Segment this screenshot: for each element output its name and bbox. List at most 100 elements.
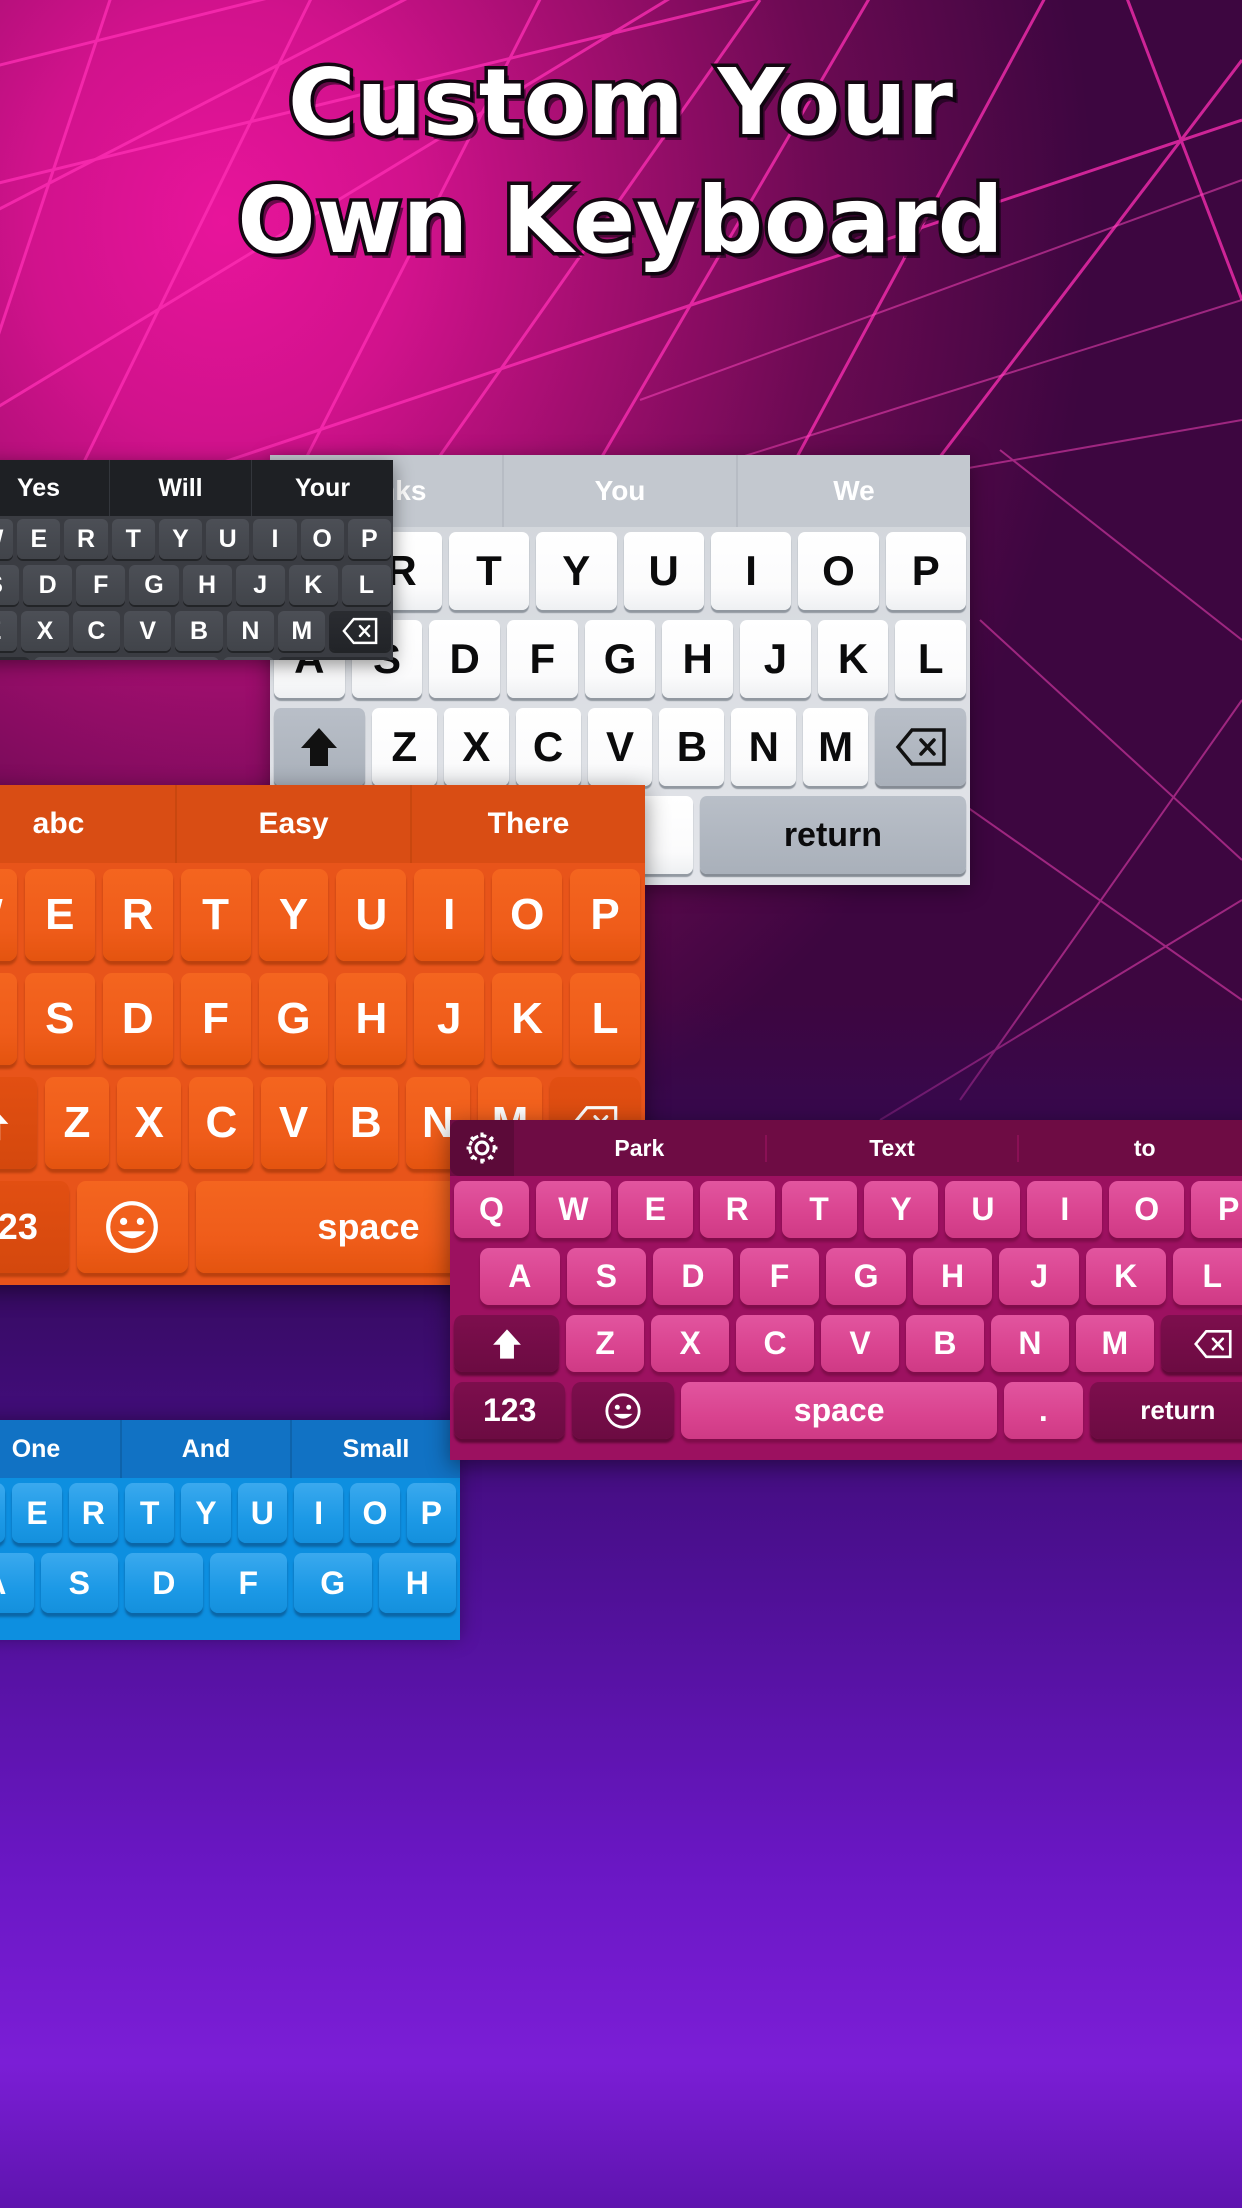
shift-arrow-icon[interactable] bbox=[454, 1315, 560, 1372]
backspace-icon[interactable] bbox=[875, 708, 966, 786]
key[interactable]: G bbox=[129, 565, 179, 605]
suggestion-item[interactable]: You bbox=[504, 455, 738, 527]
key[interactable]: O bbox=[350, 1483, 400, 1543]
suggestion-item[interactable]: Your bbox=[252, 460, 393, 516]
suggestion-item[interactable]: Small bbox=[292, 1420, 460, 1478]
key[interactable]: V bbox=[124, 611, 172, 651]
key[interactable]: E bbox=[24, 869, 95, 961]
return-key[interactable]: return bbox=[699, 796, 966, 874]
key[interactable]: Y bbox=[536, 532, 617, 610]
key[interactable]: Y bbox=[258, 869, 329, 961]
suggestion-item[interactable]: Text bbox=[767, 1134, 1020, 1162]
key[interactable]: G bbox=[584, 620, 656, 698]
gear-icon[interactable] bbox=[450, 1120, 514, 1176]
key[interactable]: X bbox=[21, 611, 69, 651]
key[interactable]: R bbox=[699, 1181, 775, 1238]
emoji-smiley-icon[interactable] bbox=[572, 1382, 675, 1439]
backspace-icon[interactable] bbox=[1160, 1315, 1242, 1372]
key[interactable]: P bbox=[1191, 1181, 1242, 1238]
pink-keyboard-preview[interactable]: Park Text to Q W E R T Y U I O P A S D F… bbox=[450, 1120, 1242, 1460]
key[interactable]: C bbox=[189, 1077, 254, 1169]
blue-keyboard-preview[interactable]: One And Small W E R T Y U I O P A S D F … bbox=[0, 1420, 460, 1640]
key[interactable]: O bbox=[492, 869, 563, 961]
key[interactable]: T bbox=[111, 519, 155, 559]
key[interactable]: F bbox=[507, 620, 578, 698]
key[interactable]: J bbox=[414, 973, 485, 1065]
shift-arrow-icon[interactable] bbox=[274, 708, 365, 786]
key[interactable]: B bbox=[175, 611, 223, 651]
key[interactable]: T bbox=[124, 1483, 175, 1543]
key[interactable]: K bbox=[492, 973, 563, 1065]
key[interactable]: L bbox=[341, 565, 391, 605]
key[interactable]: A bbox=[0, 973, 17, 1065]
key[interactable]: S bbox=[40, 1553, 118, 1613]
suggestion-item[interactable]: Park bbox=[514, 1134, 767, 1162]
key[interactable]: F bbox=[180, 973, 251, 1065]
key[interactable]: P bbox=[885, 532, 966, 610]
key[interactable]: B bbox=[905, 1315, 984, 1372]
key[interactable]: P bbox=[406, 1483, 456, 1543]
emoji-smiley-icon[interactable] bbox=[76, 1181, 189, 1273]
key[interactable]: G bbox=[826, 1248, 906, 1305]
key[interactable]: G bbox=[294, 1553, 372, 1613]
key[interactable]: D bbox=[102, 973, 173, 1065]
spacebar[interactable]: space bbox=[33, 657, 219, 660]
key[interactable]: U bbox=[336, 869, 407, 961]
key[interactable]: K bbox=[288, 565, 338, 605]
key[interactable]: X bbox=[651, 1315, 730, 1372]
key[interactable]: Z bbox=[566, 1315, 645, 1372]
key[interactable]: K bbox=[1085, 1248, 1166, 1305]
key[interactable]: R bbox=[64, 519, 108, 559]
numeric-key[interactable]: 123 bbox=[0, 1181, 69, 1273]
key[interactable]: E bbox=[17, 519, 61, 559]
key[interactable]: H bbox=[336, 973, 407, 1065]
key[interactable]: B bbox=[333, 1077, 398, 1169]
key[interactable]: T bbox=[180, 869, 251, 961]
key[interactable]: Z bbox=[0, 611, 18, 651]
key[interactable]: E bbox=[617, 1181, 693, 1238]
key[interactable]: H bbox=[378, 1553, 456, 1613]
key[interactable]: B bbox=[659, 708, 725, 786]
key[interactable]: A bbox=[480, 1248, 560, 1305]
key[interactable]: V bbox=[261, 1077, 326, 1169]
key[interactable]: T bbox=[448, 532, 530, 610]
key[interactable]: F bbox=[76, 565, 126, 605]
spacebar[interactable]: space bbox=[681, 1382, 997, 1439]
key[interactable]: Y bbox=[158, 519, 203, 559]
key[interactable]: D bbox=[125, 1553, 203, 1613]
emoji-smiley-icon[interactable] bbox=[0, 657, 30, 660]
suggestion-item[interactable]: to bbox=[1019, 1135, 1242, 1162]
suggestion-item[interactable]: Yes bbox=[0, 460, 110, 516]
key[interactable]: F bbox=[739, 1248, 820, 1305]
key[interactable]: S bbox=[24, 973, 95, 1065]
key[interactable]: I bbox=[293, 1483, 344, 1543]
key[interactable]: U bbox=[206, 519, 250, 559]
return-key[interactable]: return bbox=[277, 657, 391, 660]
key[interactable]: N bbox=[990, 1315, 1069, 1372]
key[interactable]: S bbox=[0, 565, 20, 605]
key[interactable]: C bbox=[515, 708, 581, 786]
key[interactable]: C bbox=[736, 1315, 815, 1372]
backspace-icon[interactable] bbox=[329, 611, 391, 651]
suggestion-item[interactable]: abc bbox=[0, 785, 177, 863]
key[interactable]: D bbox=[653, 1248, 733, 1305]
key[interactable]: U bbox=[945, 1181, 1021, 1238]
period-key[interactable]: . bbox=[222, 657, 274, 660]
key[interactable]: N bbox=[731, 708, 797, 786]
key[interactable]: O bbox=[798, 532, 879, 610]
key[interactable]: P bbox=[570, 869, 641, 961]
key[interactable]: C bbox=[72, 611, 121, 651]
key[interactable]: D bbox=[429, 620, 501, 698]
key[interactable]: E bbox=[12, 1483, 62, 1543]
key[interactable]: W bbox=[0, 1483, 6, 1543]
suggestion-item[interactable]: Easy bbox=[177, 785, 412, 863]
key[interactable]: J bbox=[235, 565, 285, 605]
key[interactable]: F bbox=[209, 1553, 287, 1613]
period-key[interactable]: . bbox=[1003, 1382, 1083, 1439]
key[interactable]: Y bbox=[181, 1483, 231, 1543]
key[interactable]: J bbox=[999, 1248, 1079, 1305]
key[interactable]: M bbox=[278, 611, 326, 651]
key[interactable]: L bbox=[570, 973, 641, 1065]
numeric-key[interactable]: 123 bbox=[454, 1382, 566, 1439]
key[interactable]: U bbox=[237, 1483, 287, 1543]
